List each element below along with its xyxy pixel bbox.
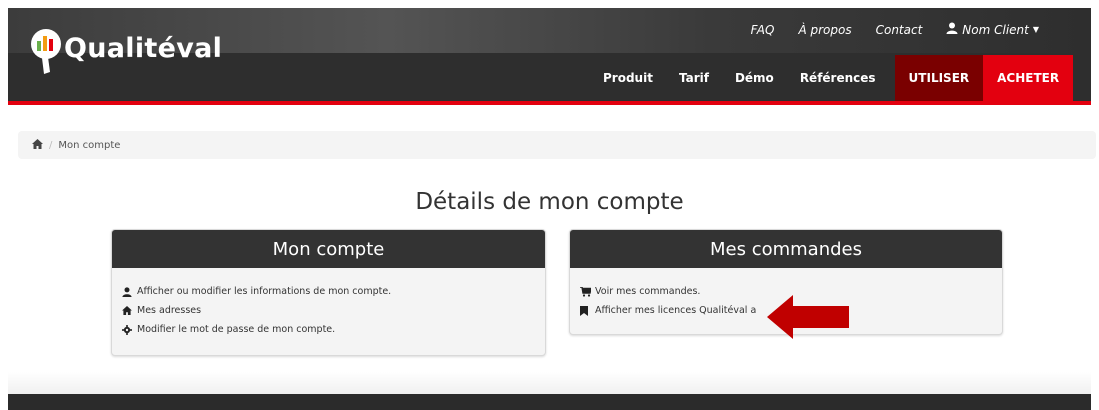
faq-link[interactable]: FAQ — [751, 23, 775, 37]
home-icon — [122, 306, 134, 315]
user-icon — [122, 286, 134, 297]
main-nav: Produit Tarif Démo Références UTILISER A… — [590, 55, 1074, 101]
red-arrow-annotation — [767, 295, 849, 343]
account-info-label: Afficher ou modifier les informations de… — [137, 286, 392, 297]
gear-icon — [122, 324, 134, 335]
account-panel-title: Mon compte — [112, 230, 545, 268]
user-menu-label: Nom Client — [962, 22, 1029, 37]
top-links: FAQ À propos Contact Nom Client ▼ — [727, 22, 1039, 37]
utiliser-button[interactable]: UTILISER — [894, 55, 984, 101]
chevron-down-icon: ▼ — [1032, 25, 1039, 34]
account-panel: Mon compte Afficher ou modifier les info… — [111, 229, 546, 356]
change-password-link[interactable]: Modifier le mot de passe de mon compte. — [122, 320, 535, 339]
page-title: Détails de mon compte — [415, 189, 684, 215]
breadcrumb: / Mon compte — [18, 131, 1096, 159]
nav-item-tarif[interactable]: Tarif — [666, 55, 722, 101]
footer — [8, 394, 1091, 410]
about-link[interactable]: À propos — [798, 23, 851, 37]
top-navigation-bar: Qualitéval FAQ À propos Contact Nom Clie… — [8, 8, 1091, 105]
footer-fade — [8, 372, 1091, 394]
contact-link[interactable]: Contact — [876, 23, 923, 37]
account-panel-body: Afficher ou modifier les informations de… — [112, 268, 545, 339]
licences-label: Afficher mes licences Qualitéval a — [595, 305, 757, 316]
bookmark-icon — [580, 305, 592, 316]
brand-logo[interactable]: Qualitéval — [28, 22, 222, 74]
breadcrumb-current: Mon compte — [58, 139, 121, 151]
breadcrumb-separator: / — [49, 139, 53, 151]
account-info-link[interactable]: Afficher ou modifier les informations de… — [122, 282, 535, 301]
nav-item-references[interactable]: Références — [787, 55, 889, 101]
brand-name: Qualitéval — [64, 33, 223, 64]
view-orders-label: Voir mes commandes. — [595, 286, 701, 297]
change-password-label: Modifier le mot de passe de mon compte. — [137, 324, 336, 335]
orders-panel-title: Mes commandes — [570, 230, 1002, 268]
addresses-link[interactable]: Mes adresses — [122, 301, 535, 320]
user-icon — [946, 22, 958, 37]
user-menu[interactable]: Nom Client ▼ — [946, 22, 1039, 37]
acheter-button[interactable]: ACHETER — [983, 55, 1074, 101]
nav-item-demo[interactable]: Démo — [722, 55, 787, 101]
addresses-label: Mes adresses — [137, 305, 202, 316]
nav-item-produit[interactable]: Produit — [590, 55, 666, 101]
home-icon[interactable] — [32, 138, 43, 152]
cart-icon — [580, 286, 592, 297]
logo-q-icon — [28, 22, 64, 74]
